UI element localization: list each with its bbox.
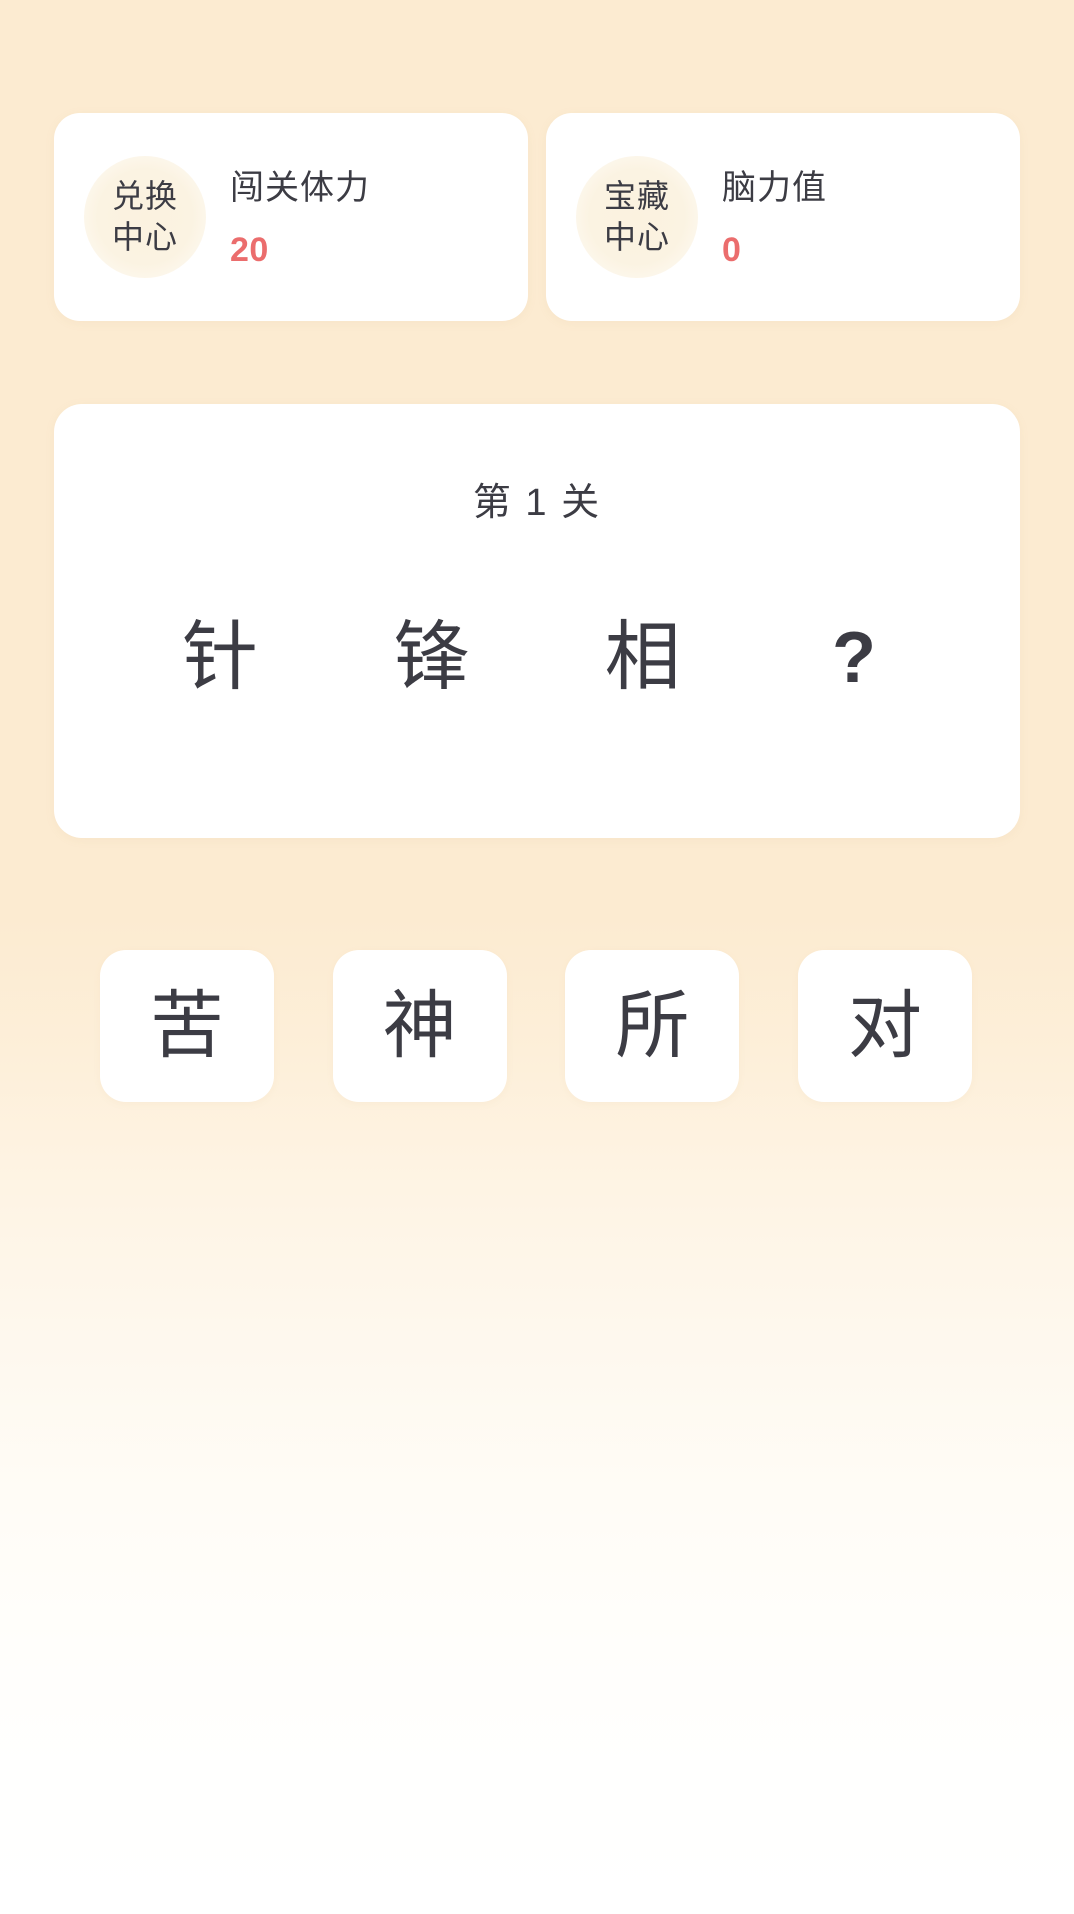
idiom-char-blank-slot[interactable]: ? xyxy=(808,612,900,704)
stats-row: 兑换 中心 闯关体力 20 宝藏 中心 脑力值 0 xyxy=(54,113,1020,321)
answer-tile-4[interactable]: 对 xyxy=(797,950,972,1102)
idiom-char-3: 相 xyxy=(604,615,681,700)
level-title: 第 1 关 xyxy=(472,482,602,524)
idiom-row: 针 锋 相 ? xyxy=(174,612,900,704)
idiom-char-2: 锋 xyxy=(393,615,470,700)
stat-card-treasure-center[interactable]: 宝藏 中心 脑力值 0 xyxy=(546,113,1020,321)
exchange-center-badge-line2: 中心 xyxy=(111,219,178,255)
app-root: 兑换 中心 闯关体力 20 宝藏 中心 脑力值 0 第 1 关 针 锋 相 ? … xyxy=(0,0,1074,1914)
answer-tile-2-label: 神 xyxy=(382,984,457,1067)
answer-tile-1-label: 苦 xyxy=(150,984,224,1067)
exchange-center-badge-line1: 兑换 xyxy=(111,178,178,214)
idiom-char-1: 针 xyxy=(182,615,258,700)
puzzle-card: 第 1 关 针 锋 相 ? xyxy=(54,404,1020,838)
brainpower-info: 脑力值 0 xyxy=(722,166,1020,268)
answer-tile-3-label: 所 xyxy=(615,984,690,1067)
exchange-center-badge[interactable]: 兑换 中心 xyxy=(84,156,206,278)
brainpower-value: 0 xyxy=(722,231,742,269)
treasure-center-badge-line2: 中心 xyxy=(603,219,670,255)
treasure-center-badge-line1: 宝藏 xyxy=(603,178,670,214)
answer-tile-2[interactable]: 神 xyxy=(332,950,507,1102)
brainpower-label: 脑力值 xyxy=(722,169,827,207)
stamina-info: 闯关体力 20 xyxy=(230,166,528,268)
stamina-label: 闯关体力 xyxy=(230,169,370,207)
treasure-center-badge[interactable]: 宝藏 中心 xyxy=(576,156,698,278)
stat-card-exchange-center[interactable]: 兑换 中心 闯关体力 20 xyxy=(54,113,528,321)
answer-tile-3[interactable]: 所 xyxy=(565,950,740,1102)
answer-tiles-row: 苦 神 所 对 xyxy=(100,950,972,1102)
answer-tile-4-label: 对 xyxy=(847,984,922,1067)
stamina-value: 20 xyxy=(230,231,269,269)
answer-tile-1[interactable]: 苦 xyxy=(100,950,274,1102)
